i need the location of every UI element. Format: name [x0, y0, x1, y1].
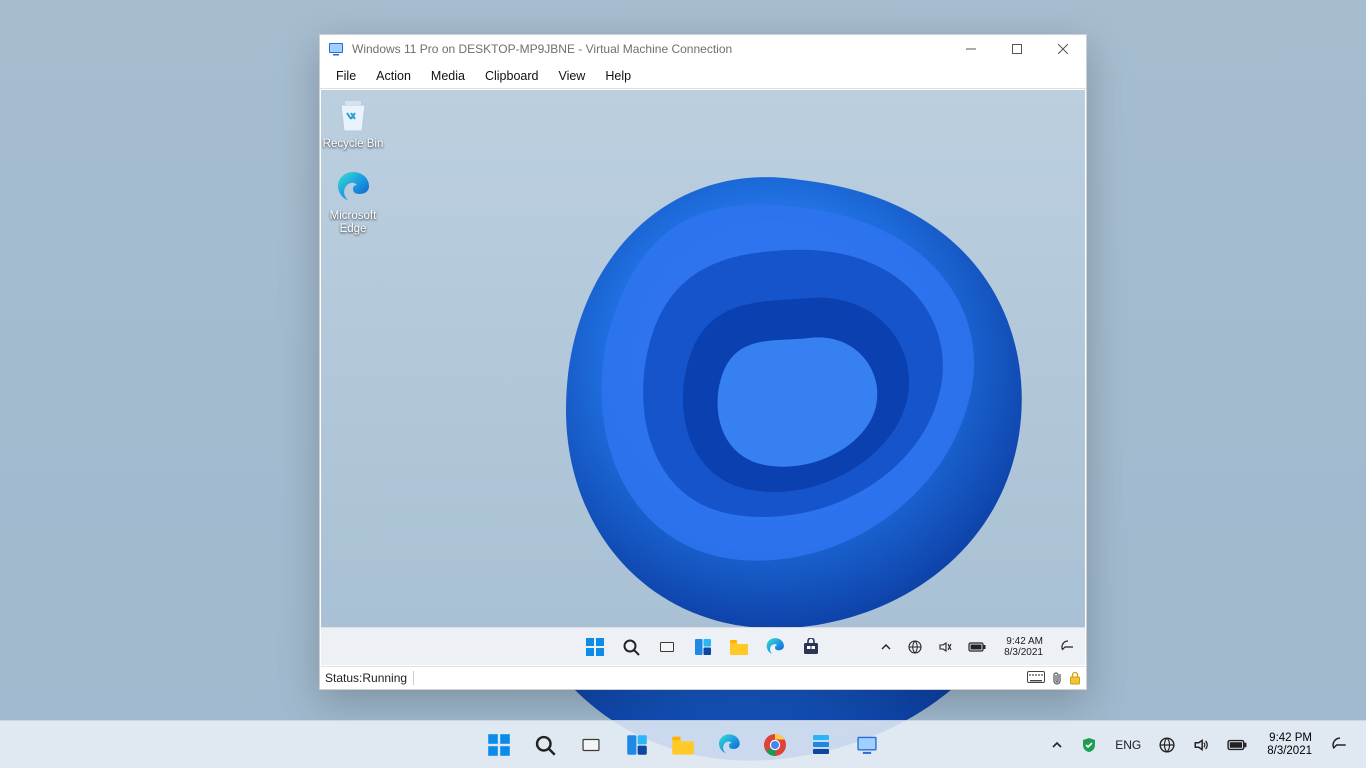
minimize-button[interactable] [948, 35, 994, 63]
guest-tray-notifications-icon[interactable] [1057, 627, 1079, 666]
guest-tray-network-icon[interactable] [904, 627, 926, 666]
host-tray-battery-icon[interactable] [1223, 725, 1251, 765]
host-tray-network-icon[interactable] [1155, 725, 1179, 765]
vm-connection-window: Windows 11 Pro on DESKTOP-MP9JBNE - Virt… [319, 34, 1087, 690]
guest-tray-chevron[interactable] [876, 627, 896, 666]
guest-tray-clock[interactable]: 9:42 AM 8/3/2021 [998, 636, 1049, 658]
host-search-button[interactable] [525, 725, 565, 765]
menu-view[interactable]: View [548, 65, 595, 87]
host-time: 9:42 PM [1267, 732, 1312, 745]
guest-explorer-button[interactable] [724, 632, 754, 662]
edge-icon [333, 168, 373, 208]
desktop-icon-label: Recycle Bin [321, 138, 389, 151]
guest-start-button[interactable] [580, 632, 610, 662]
recycle-bin-icon [333, 96, 373, 136]
guest-taskbar: 9:42 AM 8/3/2021 [321, 627, 1085, 665]
host-edge-button[interactable] [709, 725, 749, 765]
host-start-button[interactable] [479, 725, 519, 765]
close-button[interactable] [1040, 35, 1086, 63]
guest-tray-volume-icon[interactable] [934, 627, 956, 666]
maximize-button[interactable] [994, 35, 1040, 63]
host-widgets-button[interactable] [617, 725, 657, 765]
host-tray-clock[interactable]: 9:42 PM 8/3/2021 [1261, 732, 1318, 758]
vm-title-text: Windows 11 Pro on DESKTOP-MP9JBNE - Virt… [352, 42, 948, 56]
guest-store-button[interactable] [796, 632, 826, 662]
host-vmconnect-button[interactable] [847, 725, 887, 765]
host-tray-language[interactable]: ENG [1111, 725, 1145, 765]
desktop-icon-edge[interactable]: Microsoft Edge [321, 168, 389, 236]
guest-edge-button[interactable] [760, 632, 790, 662]
guest-widgets-button[interactable] [688, 632, 718, 662]
vmconnect-icon [328, 41, 344, 57]
guest-time: 9:42 AM [1004, 636, 1043, 647]
desktop-icon-label: Microsoft Edge [321, 210, 389, 236]
status-value: Running [362, 671, 407, 685]
status-label: Status: [325, 671, 362, 685]
status-clip-icon [1051, 671, 1063, 685]
desktop-icon-recycle-bin[interactable]: Recycle Bin [321, 96, 389, 151]
host-explorer-button[interactable] [663, 725, 703, 765]
host-taskbar: ENG 9:42 PM 8/3/2021 [0, 720, 1366, 768]
menu-media[interactable]: Media [421, 65, 475, 87]
menu-file[interactable]: File [326, 65, 366, 87]
guest-taskview-button[interactable] [652, 632, 682, 662]
host-tray-security-icon[interactable] [1077, 725, 1101, 765]
host-date: 8/3/2021 [1267, 745, 1312, 758]
host-tray-chevron[interactable] [1047, 725, 1067, 765]
host-taskview-button[interactable] [571, 725, 611, 765]
vm-menubar: File Action Media Clipboard View Help [320, 63, 1086, 89]
menu-clipboard[interactable]: Clipboard [475, 65, 549, 87]
vm-statusbar: Status: Running [321, 666, 1085, 688]
guest-date: 8/3/2021 [1004, 647, 1043, 658]
vm-titlebar[interactable]: Windows 11 Pro on DESKTOP-MP9JBNE - Virt… [320, 35, 1086, 63]
status-lock-icon [1069, 671, 1081, 685]
menu-action[interactable]: Action [366, 65, 421, 87]
host-tray-volume-icon[interactable] [1189, 725, 1213, 765]
host-hyperv-manager-button[interactable] [801, 725, 841, 765]
host-chrome-button[interactable] [755, 725, 795, 765]
host-tray-notifications-icon[interactable] [1328, 725, 1352, 765]
status-separator [413, 671, 414, 685]
menu-help[interactable]: Help [595, 65, 641, 87]
guest-search-button[interactable] [616, 632, 646, 662]
guest-tray-battery-icon[interactable] [964, 627, 990, 666]
status-keyboard-icon [1027, 671, 1045, 685]
guest-screen[interactable]: Recycle Bin Microsoft Edge [321, 90, 1085, 665]
